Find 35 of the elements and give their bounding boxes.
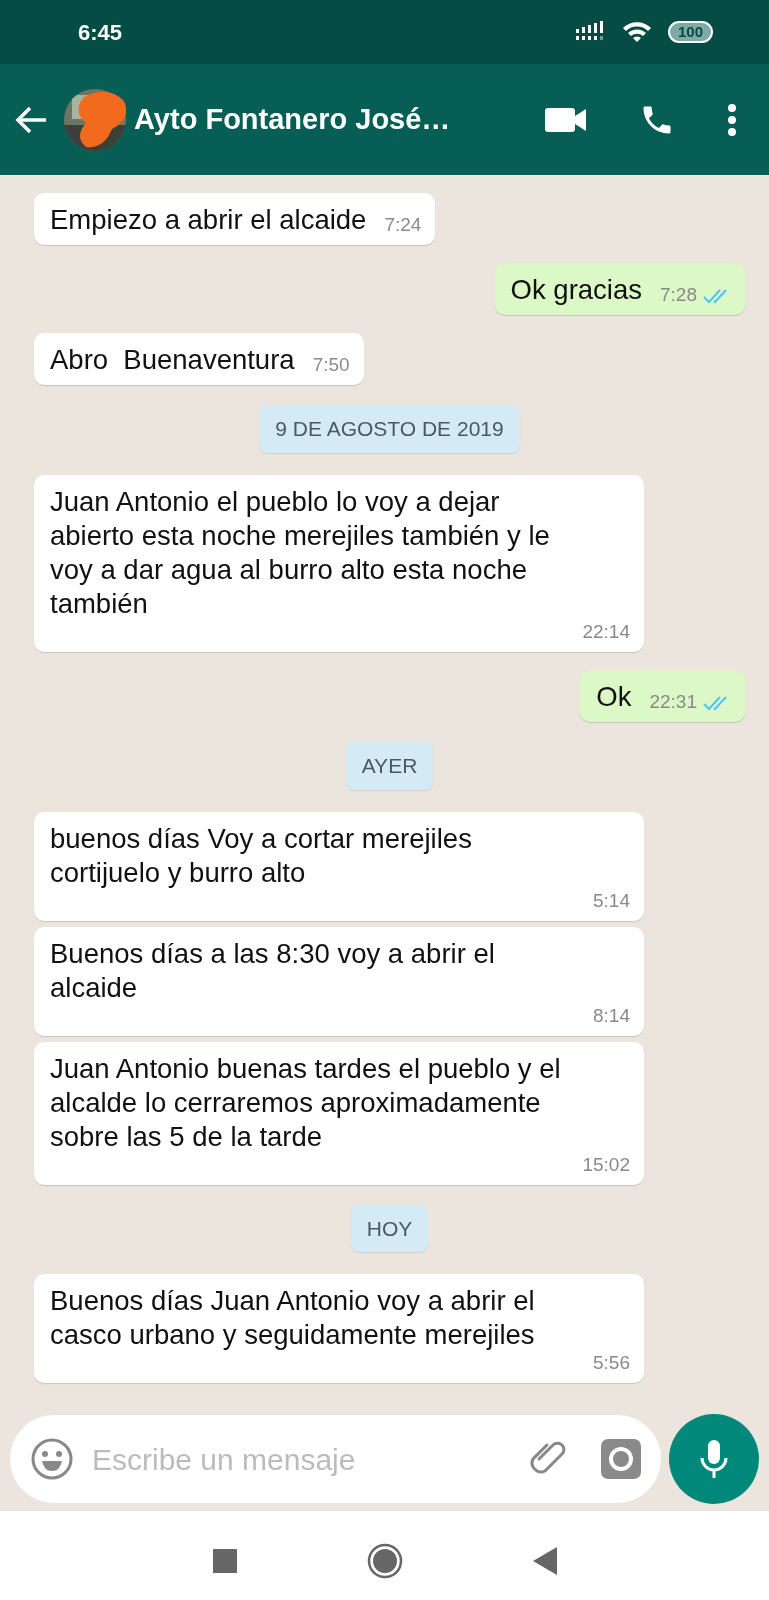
camera-icon[interactable]: [601, 1439, 641, 1479]
wifi-icon: [621, 21, 652, 43]
date-chip: 9 DE AGOSTO DE 2019: [259, 405, 520, 453]
message-text: Juan Antonio el pueblo lo voy a dejar abierto esta noche merejiles también y le voy a dar agua al burro alto esta noche también: [50, 484, 551, 622]
message-time: 7:50: [312, 354, 350, 378]
message-time: 5:14: [593, 889, 630, 913]
status-time: 6:45: [78, 18, 123, 47]
message-field[interactable]: Escribe un mensaje: [10, 1415, 661, 1503]
back-icon[interactable]: [14, 104, 48, 135]
message-time: 22:31: [649, 691, 697, 715]
microphone-icon: [699, 1438, 729, 1480]
video-call-icon[interactable]: [545, 105, 587, 134]
message-time: 7:24: [384, 214, 422, 238]
message-time: 15:02: [582, 1153, 630, 1177]
message-time: 8:14: [593, 1004, 630, 1028]
emoji-icon[interactable]: [30, 1437, 74, 1481]
date-chip: HOY: [350, 1204, 429, 1253]
home-icon[interactable]: [366, 1543, 403, 1579]
back-nav-icon[interactable]: [532, 1547, 557, 1575]
message-text: Empiezo a abrir el alcaide: [50, 203, 367, 237]
message-time: 7:28: [660, 284, 697, 308]
message-text: Juan Antonio buenas tardes el pueblo y el alcalde lo cerraremos aproximadamente sobre las 5 de la tarde: [50, 1051, 562, 1154]
date-chip: AYER: [345, 742, 434, 790]
menu-icon[interactable]: [727, 102, 737, 137]
message-text: Buenos días Juan Antonio voy a abrir el casco urbano y seguidamente merejiles: [50, 1284, 536, 1353]
recent-apps-icon[interactable]: [212, 1549, 237, 1573]
message-time: 5:56: [593, 1352, 630, 1376]
message-text: Ok: [596, 679, 632, 714]
battery-icon: 100: [667, 21, 713, 43]
signal-icon: [575, 21, 606, 43]
message-text: buenos días Voy a cortar merejiles cortijuelo y burro alto: [50, 821, 473, 890]
message-text: Buenos días a las 8:30 voy a abrir el alcaide: [50, 936, 496, 1005]
message-text: Ok gracias: [510, 273, 642, 308]
message-time: 22:14: [582, 621, 630, 644]
message-text: Abro Buenaventura: [50, 343, 295, 378]
